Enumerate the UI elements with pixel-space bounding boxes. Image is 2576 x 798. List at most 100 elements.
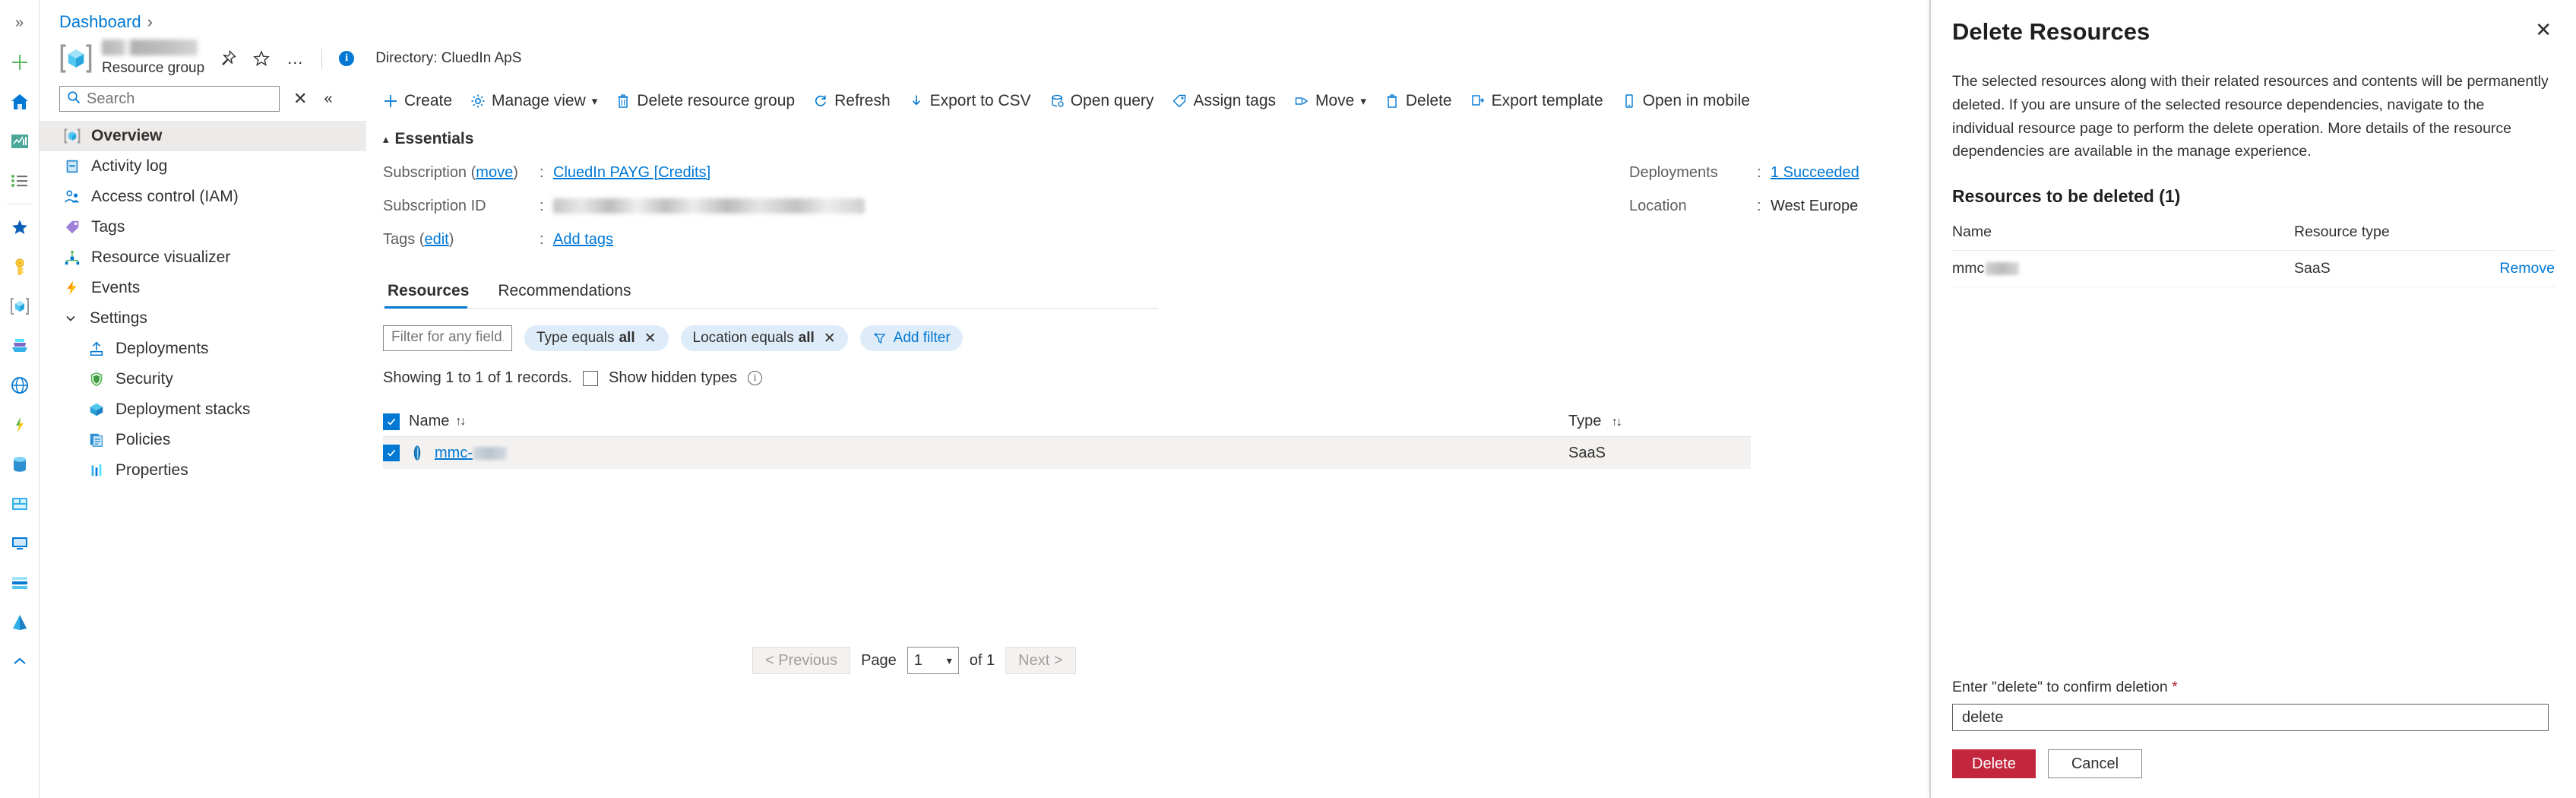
add-tags-link[interactable]: Add tags bbox=[553, 231, 613, 249]
sidebar-item-resource-visualizer[interactable]: Resource visualizer bbox=[40, 242, 366, 273]
filter-pill-location[interactable]: Location equals all ✕ bbox=[680, 325, 848, 351]
tab-resources[interactable]: Resources bbox=[383, 276, 479, 309]
chevron-down-icon: ▾ bbox=[946, 654, 952, 667]
manage-view-button[interactable]: Manage view ▾ bbox=[461, 87, 606, 115]
table-row[interactable]: mmc- SaaS bbox=[383, 437, 1751, 469]
filter-field-wrapper[interactable] bbox=[383, 325, 512, 351]
rail-item-app-services[interactable] bbox=[0, 366, 40, 405]
resource-name-link[interactable]: mmc- bbox=[435, 445, 507, 462]
rail-item-home[interactable] bbox=[0, 82, 40, 122]
star-icon[interactable] bbox=[252, 49, 271, 68]
previous-page-button[interactable]: < Previous bbox=[752, 647, 851, 674]
more-options-icon[interactable]: … bbox=[285, 49, 305, 68]
close-icon[interactable]: ✕ bbox=[2532, 18, 2555, 41]
rail-item-virtual-machines[interactable] bbox=[0, 524, 40, 563]
rail-item-azure-active-directory[interactable] bbox=[0, 603, 40, 642]
column-name: Name ↑↓ bbox=[383, 413, 1568, 430]
cell-type: SaaS bbox=[1568, 444, 1606, 461]
show-hidden-types-checkbox[interactable] bbox=[583, 370, 599, 386]
blade-menu-column: ✕ « Overview Activity log bbox=[40, 86, 366, 674]
search-input-wrapper[interactable] bbox=[59, 86, 280, 112]
sidebar-item-tags[interactable]: Tags bbox=[40, 212, 366, 242]
create-button[interactable]: Create bbox=[374, 87, 461, 115]
breadcrumb-dashboard-link[interactable]: Dashboard bbox=[59, 12, 141, 31]
cancel-button[interactable]: Cancel bbox=[2047, 749, 2143, 778]
confirm-delete-input[interactable] bbox=[1960, 705, 2540, 730]
rail-item-resource-groups[interactable] bbox=[0, 287, 40, 326]
export-to-csv-button[interactable]: Export to CSV bbox=[900, 87, 1040, 115]
filter-pill-type[interactable]: Type equals all ✕ bbox=[524, 325, 669, 351]
subscription-value-link[interactable]: CluedIn PAYG [Credits] bbox=[553, 164, 710, 182]
sidebar-item-overview[interactable]: Overview bbox=[40, 121, 366, 151]
filter-pill-prefix: Location equals bbox=[692, 330, 794, 346]
shield-icon bbox=[87, 371, 106, 388]
column-name-label: Name bbox=[409, 413, 450, 429]
filter-any-field-input[interactable] bbox=[390, 326, 505, 349]
page-of-label: of 1 bbox=[969, 651, 995, 669]
rail-item-more-services[interactable] bbox=[0, 642, 40, 682]
delete-resource-group-label: Delete resource group bbox=[637, 92, 796, 109]
collapse-menu-icon[interactable]: « bbox=[324, 90, 332, 108]
tab-recommendations[interactable]: Recommendations bbox=[493, 276, 641, 308]
sidebar-group-settings[interactable]: Settings bbox=[40, 303, 366, 334]
open-in-mobile-button[interactable]: Open in mobile bbox=[1612, 87, 1759, 115]
rail-item-azure-cosmos-db[interactable] bbox=[0, 484, 40, 524]
delete-button[interactable]: Delete bbox=[1375, 87, 1461, 115]
sidebar-item-policies[interactable]: Policies bbox=[40, 425, 366, 455]
add-filter-button[interactable]: Add filter bbox=[859, 325, 963, 351]
dashboard-chart-icon bbox=[11, 135, 28, 148]
sidebar-item-properties[interactable]: Properties bbox=[40, 455, 366, 486]
tags-edit-link[interactable]: edit bbox=[424, 231, 448, 248]
delete-resource-group-button[interactable]: Delete resource group bbox=[606, 87, 804, 115]
search-input[interactable] bbox=[85, 87, 252, 110]
rail-item-sql-databases[interactable] bbox=[0, 445, 40, 484]
essentials-label: Essentials bbox=[394, 130, 474, 147]
subscription-move-link[interactable]: move bbox=[476, 164, 513, 181]
next-page-button[interactable]: Next > bbox=[1005, 647, 1076, 674]
sort-arrows-icon[interactable]: ↑↓ bbox=[455, 415, 466, 429]
chevron-right-double-icon: » bbox=[14, 14, 24, 31]
saas-resource-icon bbox=[409, 445, 427, 461]
close-icon[interactable]: ✕ bbox=[644, 330, 657, 347]
rail-item-favorites[interactable] bbox=[0, 207, 40, 247]
close-icon[interactable]: ✕ bbox=[824, 330, 836, 347]
rail-expand-button[interactable]: » bbox=[0, 3, 40, 43]
delete-button[interactable]: Delete bbox=[1952, 749, 2036, 778]
rail-item-all-services[interactable] bbox=[0, 161, 40, 201]
assign-tags-button[interactable]: Assign tags bbox=[1163, 87, 1285, 115]
sidebar-item-deployment-stacks[interactable]: Deployment stacks bbox=[40, 394, 366, 425]
cosmos-icon bbox=[11, 498, 27, 510]
database-icon bbox=[13, 457, 26, 472]
panel-remove-link[interactable]: Remove bbox=[2499, 260, 2555, 277]
sidebar-item-access-control[interactable]: Access control (IAM) bbox=[40, 182, 366, 212]
rail-item-function-apps[interactable] bbox=[0, 405, 40, 445]
rail-item-dashboard[interactable] bbox=[0, 122, 40, 161]
sidebar-item-activity-log[interactable]: Activity log bbox=[40, 151, 366, 182]
export-template-button[interactable]: Export template bbox=[1461, 87, 1612, 115]
move-button[interactable]: Move ▾ bbox=[1285, 87, 1375, 115]
panel-description: The selected resources along with their … bbox=[1952, 73, 2549, 160]
info-icon[interactable]: i bbox=[748, 371, 763, 385]
rail-item-create-resource[interactable] bbox=[0, 43, 40, 82]
rail-item-load-balancers[interactable] bbox=[0, 563, 40, 603]
page-select[interactable]: 1 ▾ bbox=[907, 647, 959, 674]
sidebar-item-deployments[interactable]: Deployments bbox=[40, 334, 366, 364]
sidebar-item-security[interactable]: Security bbox=[40, 364, 366, 394]
confirm-input-wrapper[interactable] bbox=[1952, 704, 2549, 731]
list-icon bbox=[11, 175, 27, 187]
resource-group-name-redacted bbox=[102, 40, 198, 55]
row-checkbox[interactable] bbox=[383, 445, 400, 461]
sidebar-item-events[interactable]: Events bbox=[40, 273, 366, 303]
deployments-value-link[interactable]: 1 Succeeded bbox=[1771, 164, 1859, 182]
chevron-down-icon: ▾ bbox=[1360, 95, 1366, 108]
sort-arrows-icon[interactable]: ↑↓ bbox=[1612, 416, 1622, 429]
select-all-checkbox[interactable] bbox=[383, 413, 400, 430]
close-icon[interactable]: ✕ bbox=[293, 89, 307, 109]
tag-icon bbox=[62, 219, 82, 236]
rail-item-key-vaults[interactable] bbox=[0, 247, 40, 287]
panel-column-resource-type: Resource type bbox=[2294, 223, 2390, 241]
pin-icon[interactable] bbox=[218, 49, 238, 68]
refresh-button[interactable]: Refresh bbox=[804, 87, 900, 115]
open-query-button[interactable]: Open query bbox=[1040, 87, 1163, 115]
rail-item-storage-accounts[interactable] bbox=[0, 326, 40, 366]
